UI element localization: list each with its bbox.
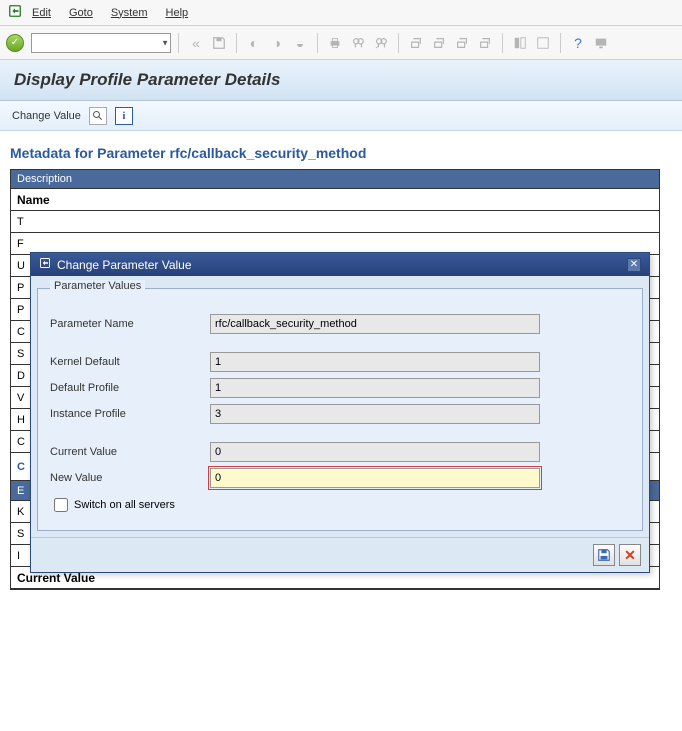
dialog-close-button[interactable]: ✕ [627,258,641,272]
change-value-label[interactable]: Change Value [12,110,81,122]
menu-bar: Edit Goto System Help [0,0,682,26]
dialog-footer: ✕ [31,537,649,572]
page-title: Display Profile Parameter Details [14,70,668,90]
dialog-save-button[interactable] [593,544,615,566]
command-input[interactable] [31,33,171,53]
instance-profile-label: Instance Profile [50,408,210,420]
menu-system[interactable]: System [111,7,148,19]
print-icon[interactable] [325,33,345,53]
save-icon[interactable] [209,33,229,53]
nav3-icon[interactable]: ◒ [290,33,310,53]
metadata-heading: Metadata for Parameter rfc/callback_secu… [10,145,672,161]
app-icon [8,4,22,21]
session4-icon[interactable] [475,33,495,53]
name-row: Name [11,189,659,211]
group-title: Parameter Values [50,280,145,292]
instance-profile-field [210,404,540,424]
layout1-icon[interactable] [510,33,530,53]
dialog-title: Change Parameter Value [57,258,192,272]
default-profile-field [210,378,540,398]
nav1-icon[interactable]: ◐ [244,33,264,53]
kernel-default-field [210,352,540,372]
menu-edit[interactable]: Edit [32,7,51,19]
session3-icon[interactable] [452,33,472,53]
command-dropdown-icon[interactable]: ▼ [161,38,169,47]
new-value-field[interactable] [210,468,540,488]
findnext-icon[interactable] [371,33,391,53]
command-field[interactable]: ▼ [31,33,171,53]
dialog-cancel-button[interactable]: ✕ [619,544,641,566]
monitor-icon[interactable] [591,33,611,53]
current-value-label: Current Value [50,446,210,458]
title-band: Display Profile Parameter Details [0,60,682,101]
help-icon[interactable]: ? [568,33,588,53]
menu-help[interactable]: Help [166,7,189,19]
dialog-body: Parameter Values Parameter Name Kernel D… [31,276,649,537]
change-parameter-dialog: Change Parameter Value ✕ Parameter Value… [30,252,650,573]
session2-icon[interactable] [429,33,449,53]
back-icon[interactable]: « [186,33,206,53]
enter-button[interactable]: ✓ [6,34,24,52]
layout2-icon[interactable] [533,33,553,53]
switch-all-servers-checkbox[interactable] [54,498,68,512]
sub-toolbar: Change Value i [0,101,682,131]
menu-goto[interactable]: Goto [69,7,93,19]
info-icon[interactable]: i [115,107,133,125]
display-icon[interactable] [89,107,107,125]
main-toolbar: ✓ ▼ « ◐ ◑ ◒ ? [0,26,682,60]
dialog-icon [39,257,51,272]
find-icon[interactable] [348,33,368,53]
dialog-titlebar: Change Parameter Value ✕ [31,253,649,276]
new-value-label: New Value [50,472,210,484]
nav2-icon[interactable]: ◑ [267,33,287,53]
param-name-field [210,314,540,334]
table-row: T [11,211,659,233]
current-value-field [210,442,540,462]
session1-icon[interactable] [406,33,426,53]
parameter-values-group: Parameter Values Parameter Name Kernel D… [37,282,643,531]
default-profile-label: Default Profile [50,382,210,394]
param-name-label: Parameter Name [50,318,210,330]
switch-all-servers-label: Switch on all servers [74,499,175,511]
kernel-default-label: Kernel Default [50,356,210,368]
description-header: Description [11,170,659,189]
